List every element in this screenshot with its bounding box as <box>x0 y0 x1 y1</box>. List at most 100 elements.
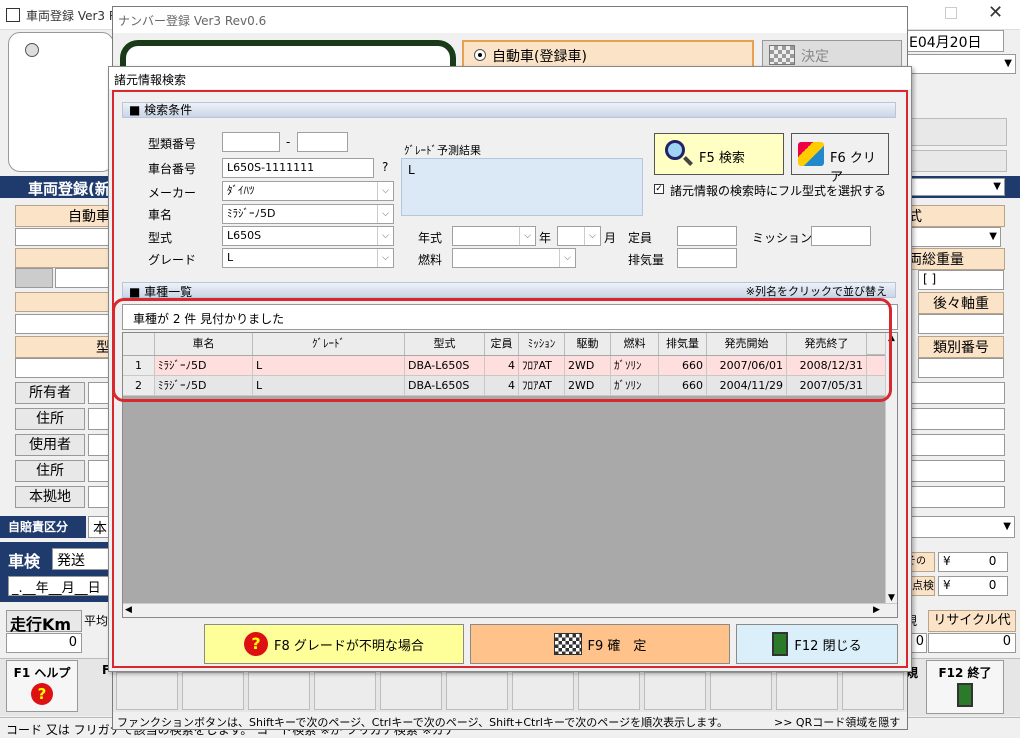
clear-button[interactable]: F6 クリア <box>791 133 889 185</box>
shaken-date[interactable]: _.__年__月__日 <box>8 576 114 596</box>
label-capacity: 定員 <box>628 231 653 245</box>
magnifier-handle <box>683 156 693 166</box>
type-select[interactable]: L650S ⌵ <box>222 226 394 246</box>
search-button[interactable]: F5 検索 <box>654 133 784 175</box>
grid-header-6[interactable]: 駆動 <box>565 333 611 355</box>
right-input-2[interactable] <box>918 314 1004 334</box>
main-window-title: 車両登録 Ver3 Re <box>26 9 125 23</box>
close-icon[interactable]: ✕ <box>988 2 1003 23</box>
recycle-value[interactable]: 0 <box>928 633 1016 653</box>
function-key-slot-3[interactable] <box>248 672 310 710</box>
table-cell-5: ﾌﾛｱAT <box>519 376 565 395</box>
table-cell-1: ﾐﾗｼﾞｰﾉ5D <box>155 376 253 395</box>
close-dialog-button[interactable]: F12 閉じる <box>736 624 898 664</box>
section-combo[interactable]: ▼ <box>905 178 1005 196</box>
month-select[interactable]: ⌵ <box>557 226 601 246</box>
scroll-up-icon[interactable]: ▲ <box>888 333 895 343</box>
table-cell-9: 2007/06/01 <box>707 356 787 375</box>
right-row-b[interactable] <box>905 408 1005 430</box>
soukou-value[interactable]: 0 <box>6 633 82 653</box>
label-grade-prediction: ｸﾞﾚｰﾄﾞ予測結果 <box>404 144 481 157</box>
grid-header-1[interactable]: 車名 <box>155 333 253 355</box>
top-right-combo[interactable]: ▼ <box>904 54 1016 74</box>
f12-exit-label: F12 終了 <box>938 666 992 680</box>
displacement-input[interactable] <box>677 248 737 268</box>
function-key-slot-5[interactable] <box>380 672 442 710</box>
model-no-input-2[interactable] <box>297 132 348 152</box>
table-row[interactable]: 2 ﾐﾗｼﾞｰﾉ5D L DBA-L650S 4 ﾌﾛｱAT 2WD ｶﾞｿﾘﾝ 660 2004… <box>123 376 885 396</box>
sonota-value[interactable]: ¥ 0 <box>938 552 1008 572</box>
row-input-2[interactable] <box>55 268 115 288</box>
label-mission: ミッション <box>752 231 813 245</box>
vehicle-type-radio-panel[interactable]: 自動車(登録車) <box>462 40 754 68</box>
grid-header-7[interactable]: 燃料 <box>611 333 659 355</box>
maker-select[interactable]: ﾀﾞｲﾊﾂ ⌵ <box>222 181 394 201</box>
chevron-down-icon: ⌵ <box>377 249 393 267</box>
function-key-slot-7[interactable] <box>512 672 574 710</box>
row-input-1[interactable] <box>15 228 115 246</box>
chassis-help-icon[interactable]: ? <box>382 160 388 174</box>
grade-select[interactable]: L ⌵ <box>222 248 394 268</box>
function-key-slot-12[interactable] <box>842 672 904 710</box>
scroll-right-icon[interactable]: ▶ <box>873 605 880 615</box>
mission-input[interactable] <box>811 226 871 246</box>
horizontal-scrollbar[interactable]: ◀ ▶ <box>123 603 897 617</box>
row-input-3[interactable] <box>15 314 115 334</box>
scroll-down-icon[interactable]: ▼ <box>888 593 895 603</box>
label-month-unit: 月 <box>604 231 617 245</box>
grade-unknown-button[interactable]: ? F8 グレードが不明な場合 <box>204 624 464 664</box>
full-type-checkbox[interactable]: ✓ <box>654 184 664 194</box>
vertical-scrollbar[interactable]: ▲ ▼ <box>885 333 897 603</box>
tenken-value[interactable]: ¥ 0 <box>938 576 1008 596</box>
grid-header-9[interactable]: 発売開始 <box>707 333 787 355</box>
f1-help-button[interactable]: F1 ヘルプ ? <box>6 660 78 712</box>
function-key-slot-6[interactable] <box>446 672 508 710</box>
grid-header-8[interactable]: 排気量 <box>659 333 707 355</box>
right-combo-1[interactable]: ▼ <box>905 227 1001 247</box>
grid-header-row: 車名 ｸﾞﾚｰﾄﾞ 型式 定員 ﾐｯｼｮﾝ 駆動 燃料 排気量 発売開始 発売終了 <box>123 333 897 355</box>
function-key-slot-11[interactable] <box>776 672 838 710</box>
f12-exit-button[interactable]: F12 終了 <box>926 660 1004 714</box>
car-name-select[interactable]: ﾐﾗｼﾞｰﾉ5D ⌵ <box>222 204 394 224</box>
jibai-combo-right[interactable]: ▼ <box>905 516 1015 538</box>
date-field[interactable]: E04月20日 <box>904 30 1004 52</box>
grid-header-3[interactable]: 型式 <box>405 333 485 355</box>
function-key-slot-2[interactable] <box>182 672 244 710</box>
right-row-e[interactable] <box>905 486 1005 508</box>
table-row[interactable]: 1 ﾐﾗｼﾞｰﾉ5D L DBA-L650S 4 ﾌﾛｱAT 2WD ｶﾞｿﾘﾝ 660 2007… <box>123 356 885 376</box>
chassis-input[interactable]: L650S-1111111 <box>222 158 374 178</box>
grid-header-5[interactable]: ﾐｯｼｮﾝ <box>519 333 565 355</box>
label-model-no: 型類番号 <box>148 137 197 151</box>
capacity-input[interactable] <box>677 226 737 246</box>
bracket-field[interactable]: [ ] <box>918 270 1004 290</box>
table-cell-9: 2004/11/29 <box>707 376 787 395</box>
confirm-button[interactable]: F9 確 定 <box>470 624 730 664</box>
grid-header-0[interactable] <box>123 333 155 355</box>
row-input-4[interactable] <box>15 358 115 378</box>
right-input-3[interactable] <box>918 358 1004 378</box>
function-key-slot-9[interactable] <box>644 672 706 710</box>
decide-button[interactable]: 決定 <box>762 40 902 68</box>
fuel-select[interactable]: ⌵ <box>452 248 576 268</box>
grid-header-4[interactable]: 定員 <box>485 333 519 355</box>
chevron-down-icon: ⌵ <box>559 249 575 267</box>
shaken-value[interactable]: 発送 <box>52 548 114 570</box>
right-row-d[interactable] <box>905 460 1005 482</box>
scroll-left-icon[interactable]: ◀ <box>125 605 132 615</box>
right-row-a[interactable] <box>905 382 1005 404</box>
function-key-slot-10[interactable] <box>710 672 772 710</box>
qr-toggle-link[interactable]: >> QRコード領域を隠す <box>774 714 906 730</box>
model-no-input-1[interactable] <box>222 132 280 152</box>
year-select[interactable]: ⌵ <box>452 226 536 246</box>
table-cell-7: ｶﾞｿﾘﾝ <box>611 376 659 395</box>
function-key-slot-4[interactable] <box>314 672 376 710</box>
maximize-button[interactable] <box>945 7 957 19</box>
dialog-titlebar <box>109 67 911 89</box>
function-key-slot-1[interactable] <box>116 672 178 710</box>
checkered-flag-icon <box>553 633 582 655</box>
function-key-slot-8[interactable] <box>578 672 640 710</box>
right-row-c[interactable] <box>905 434 1005 456</box>
grid-header-10[interactable]: 発売終了 <box>787 333 867 355</box>
grid-header-2[interactable]: ｸﾞﾚｰﾄﾞ <box>253 333 405 355</box>
vehicle-list-title: ■ 車種一覧 <box>129 285 193 299</box>
